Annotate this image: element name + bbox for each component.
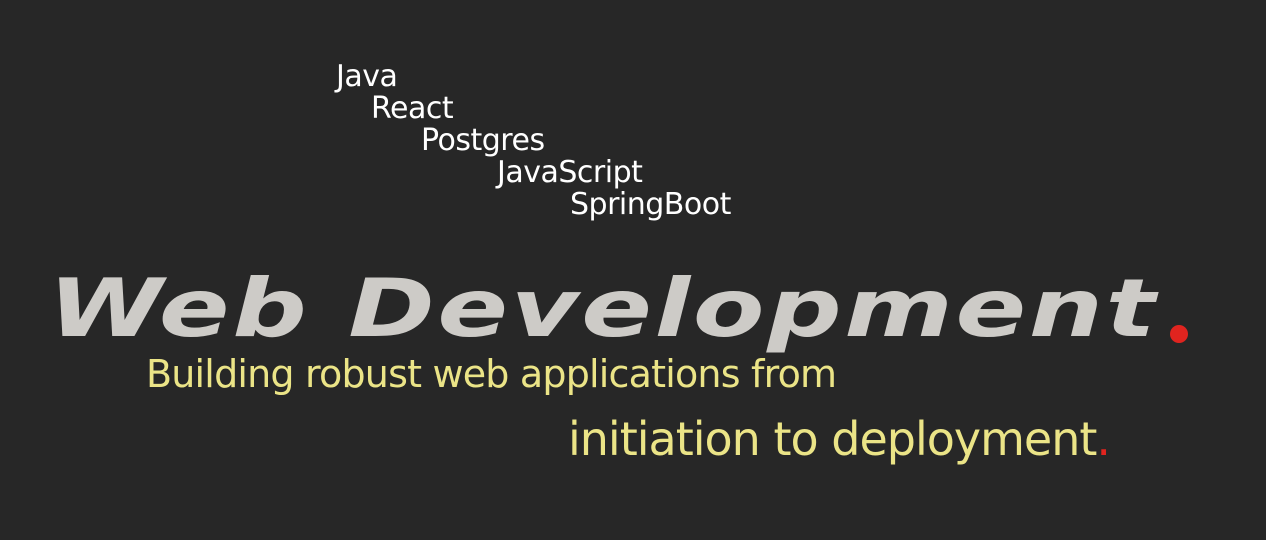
tech-label-javascript: JavaScript [497,155,643,190]
headline: Web Development [48,262,1188,355]
tagline-line-1: Building robust web applications from [146,352,837,396]
tagline-line-2: initiation to deployment. [568,412,1111,466]
tagline-line-2-text: initiation to deployment [568,412,1097,466]
tagline-period: . [1096,412,1111,466]
headline-text: Web Development [48,262,1159,355]
tech-label-springboot: SpringBoot [570,187,731,222]
headline-period-dot [1170,325,1188,343]
tech-label-postgres: Postgres [421,123,545,158]
tech-label-react: React [371,91,454,126]
tech-label-java: Java [336,59,398,94]
